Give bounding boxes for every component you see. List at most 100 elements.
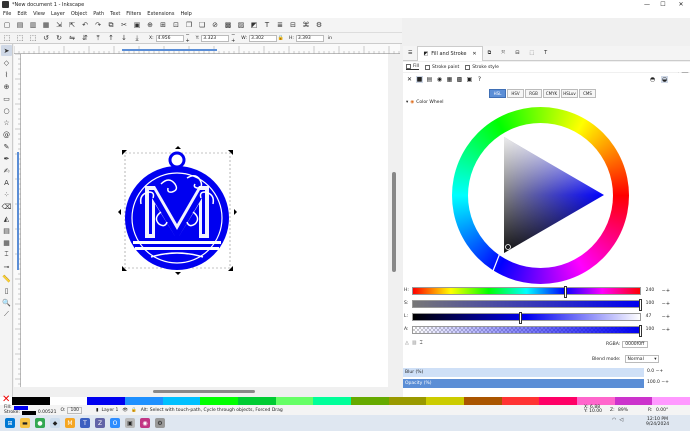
vertical-scrollbar[interactable] <box>388 54 400 387</box>
text-tool-icon[interactable]: A <box>1 177 12 188</box>
select-all-layers-icon[interactable]: ⬚ <box>15 33 25 43</box>
lightness-stepper[interactable]: −+ <box>662 314 670 320</box>
palette-swatch[interactable] <box>237 397 276 405</box>
copy-icon[interactable]: ⧉ <box>106 20 116 30</box>
media-icon[interactable]: ◉ <box>140 418 150 428</box>
menu-extensions[interactable]: Extensions <box>147 11 174 17</box>
mesh-gradient-icon[interactable]: ▦ <box>446 76 453 83</box>
rotate-ccw-icon[interactable]: ↺ <box>41 33 51 43</box>
radial-gradient-icon[interactable]: ◉ <box>436 76 443 83</box>
node-tool-icon[interactable]: ◇ <box>1 57 12 68</box>
tab-fill-and-stroke[interactable]: ◩ Fill and Stroke ✕ <box>417 45 483 61</box>
lightness-value[interactable]: 47 <box>646 314 660 319</box>
rgba-input[interactable]: 0000f0ff <box>622 341 649 348</box>
no-paint-icon[interactable]: ✕ <box>406 76 413 83</box>
palette-swatch[interactable] <box>124 397 163 405</box>
layers-icon[interactable]: ≣ <box>275 20 285 30</box>
palette-swatch[interactable] <box>162 397 201 405</box>
out-of-gamut-icon[interactable]: ▥ <box>412 340 417 346</box>
vertical-ruler[interactable] <box>14 53 21 387</box>
expander-icon[interactable]: ▾ <box>406 100 408 105</box>
wifi-icon[interactable]: ◠ <box>612 417 616 423</box>
chrome-icon[interactable]: ● <box>35 418 45 428</box>
menu-help[interactable]: Help <box>180 11 191 17</box>
lock-icon[interactable]: 🔒 <box>277 35 285 41</box>
clock[interactable]: 12:10 PM 9/24/2024 <box>646 417 669 427</box>
fill-stroke-indicator[interactable]: Fill: Stroke: 0.00521 <box>4 405 56 415</box>
lower-bottom-icon[interactable]: ⤓ <box>132 33 142 43</box>
start-icon[interactable]: ⊞ <box>5 418 15 428</box>
horizontal-ruler[interactable] <box>13 44 400 54</box>
tab-swatches-icon[interactable]: ⬚ <box>524 46 539 61</box>
settings-taskbar-icon[interactable]: ⚙ <box>155 418 165 428</box>
rotate-cw-icon[interactable]: ↻ <box>54 33 64 43</box>
file-explorer-icon[interactable]: ▬ <box>20 418 30 428</box>
mode-hsl[interactable]: HSL <box>489 89 506 98</box>
saturation-stepper[interactable]: −+ <box>662 301 670 307</box>
ungroup-icon[interactable]: ▨ <box>236 20 246 30</box>
import-icon[interactable]: ⇲ <box>54 20 64 30</box>
duplicate-icon[interactable]: ❐ <box>184 20 194 30</box>
eraser-tool-icon[interactable]: ⌫ <box>1 201 12 212</box>
zoom-icon[interactable]: 🔍 <box>1 297 12 308</box>
subtab-stroke-paint[interactable]: Stroke paint <box>425 64 459 70</box>
eye-icon[interactable]: 👁 <box>122 408 128 413</box>
flip-horizontal-icon[interactable]: ⇋ <box>67 33 77 43</box>
hue-value[interactable]: 240 <box>646 288 660 293</box>
opacity-value[interactable]: 100.0 −+ <box>647 380 669 385</box>
mode-rgb[interactable]: RGB <box>525 89 542 98</box>
document-new-icon[interactable]: ▢ <box>2 20 12 30</box>
stroke-swatch[interactable] <box>21 410 36 415</box>
mode-hsv[interactable]: HSV <box>507 89 524 98</box>
alpha-stepper[interactable]: −+ <box>662 327 670 333</box>
dropper-tool-icon[interactable]: ⌶ <box>1 249 12 260</box>
pages-tool-icon[interactable]: ▯ <box>1 285 12 296</box>
mode-cmyk[interactable]: CMYK <box>543 89 560 98</box>
volume-icon[interactable]: ◁ <box>619 417 623 423</box>
mesh-tool-icon[interactable]: ▦ <box>1 237 12 248</box>
fill-stroke-icon[interactable]: ◩ <box>249 20 259 30</box>
linear-gradient-icon[interactable]: ▤ <box>426 76 433 83</box>
lpe-tool-icon[interactable]: ⟋ <box>1 309 12 320</box>
lower-icon[interactable]: ↓ <box>119 33 129 43</box>
color-wheel-header[interactable]: ▾ ◉ Color Wheel <box>406 100 443 105</box>
spray-tool-icon[interactable]: ⁘ <box>1 189 12 200</box>
close-tab-icon[interactable]: ✕ <box>472 51 476 57</box>
menu-file[interactable]: File <box>3 11 11 17</box>
calligraphy-tool-icon[interactable]: ✍ <box>1 165 12 176</box>
palette-swatch[interactable] <box>463 397 502 405</box>
teams-icon[interactable]: T <box>80 418 90 428</box>
alpha-slider[interactable] <box>411 324 642 337</box>
palette-swatch[interactable] <box>87 397 125 405</box>
menu-filters[interactable]: Filters <box>126 11 141 17</box>
subtab-fill[interactable]: Fill <box>406 64 420 70</box>
deselect-icon[interactable]: ⬚ <box>28 33 38 43</box>
hue-stepper[interactable]: −+ <box>662 288 670 294</box>
layer-selector[interactable]: Layer 1 <box>102 408 119 413</box>
monogram-ornament[interactable] <box>125 151 229 270</box>
saturation-slider[interactable] <box>411 298 642 311</box>
hue-slider[interactable] <box>411 285 641 298</box>
width-field[interactable]: 3.302 <box>248 34 277 42</box>
maximize-button[interactable]: ☐ <box>656 0 670 9</box>
raise-icon[interactable]: ↑ <box>106 33 116 43</box>
menu-text[interactable]: Text <box>110 11 120 17</box>
fill-rule-evenodd-icon[interactable]: ◓ <box>649 76 656 83</box>
flat-color-icon[interactable]: ■ <box>416 75 423 83</box>
selector-tool-icon[interactable]: ➤ <box>1 45 12 56</box>
palette-swatch[interactable] <box>275 397 314 405</box>
cut-icon[interactable]: ✂ <box>119 20 129 30</box>
redo-icon[interactable]: ↷ <box>93 20 103 30</box>
color-managed-icon[interactable]: ◬ <box>405 340 409 346</box>
group-icon[interactable]: ▩ <box>223 20 233 30</box>
vertical-scroll-thumb[interactable] <box>392 172 396 272</box>
app-icon[interactable]: ◆ <box>50 418 60 428</box>
pattern-icon[interactable]: ▩ <box>456 76 463 83</box>
none-swatch[interactable]: ✕ <box>0 394 12 405</box>
lock-layer-icon[interactable]: 🔒 <box>131 408 137 413</box>
flip-vertical-icon[interactable]: ⇵ <box>80 33 90 43</box>
eyedropper-icon[interactable]: ⌶ <box>420 340 423 346</box>
unlink-clone-icon[interactable]: ⊘ <box>210 20 220 30</box>
y-field[interactable]: 3.323 <box>201 34 230 42</box>
inkscape-taskbar-icon[interactable]: M <box>65 418 75 428</box>
